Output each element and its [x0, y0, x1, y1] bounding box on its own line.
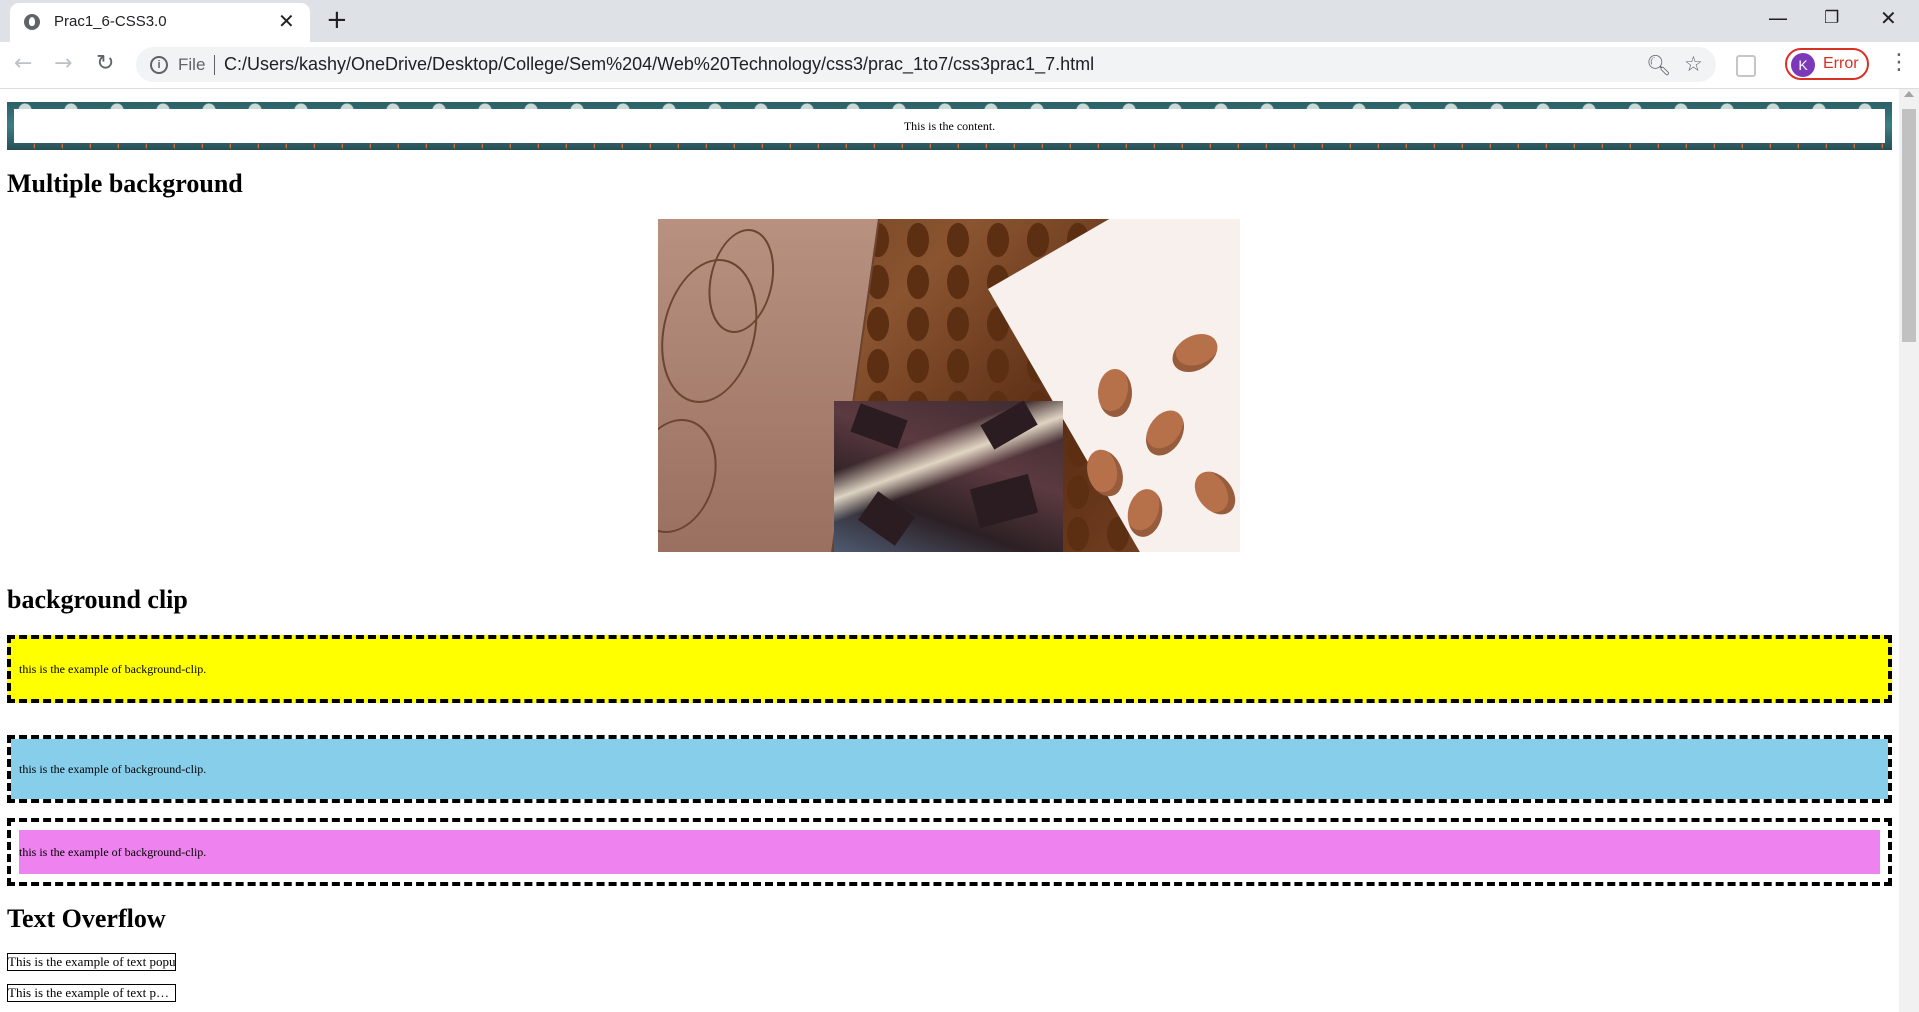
- restore-icon[interactable]: ❐: [1824, 6, 1839, 30]
- url-text[interactable]: C:/Users/kashy/OneDrive/Desktop/College/…: [224, 54, 1094, 75]
- menu-icon[interactable]: ⋮: [1888, 52, 1910, 74]
- background-clip-content-box: this is the example of background-clip.: [7, 818, 1892, 886]
- file-label: File: [178, 55, 206, 74]
- heading-background-clip: background clip: [7, 585, 188, 614]
- tab-strip: Prac1_6-CSS3.0 ✕ + — ❐ ✕: [0, 0, 1919, 42]
- background-clip-padding-box: this is the example of background-clip.: [7, 735, 1892, 803]
- browser-tab[interactable]: Prac1_6-CSS3.0 ✕: [10, 3, 310, 42]
- zoom-icon[interactable]: 🔍︎: [1646, 53, 1671, 77]
- profile-status: Error: [1823, 55, 1859, 72]
- info-icon[interactable]: i: [150, 56, 168, 74]
- heading-text-overflow: Text Overflow: [7, 904, 166, 933]
- text-overflow-clip: This is the example of text popup: [7, 953, 176, 971]
- banner-content: This is the content.: [14, 109, 1885, 143]
- heading-multiple-background: Multiple background: [7, 169, 243, 198]
- border-image-banner: This is the content.: [7, 102, 1892, 150]
- browser-toolbar: ← → ↻ i File C:/Users/kashy/OneDrive/Des…: [0, 42, 1919, 89]
- tab-close-icon[interactable]: ✕: [278, 11, 295, 31]
- scrollbar[interactable]: [1899, 89, 1919, 1012]
- background-clip-border-box: this is the example of background-clip.: [7, 635, 1892, 703]
- new-tab-icon[interactable]: +: [326, 6, 348, 34]
- scroll-thumb[interactable]: [1902, 109, 1916, 342]
- chocolate-pieces-image: [834, 400, 1063, 552]
- page-viewport: This is the content. Multiple background…: [0, 89, 1899, 1012]
- clip-text-1: this is the example of background-clip.: [19, 662, 207, 676]
- forward-icon[interactable]: →: [54, 50, 72, 78]
- avatar: K: [1791, 53, 1815, 77]
- back-icon[interactable]: ←: [14, 50, 32, 78]
- star-icon[interactable]: ☆: [1684, 52, 1703, 76]
- clip-text-3: this is the example of background-clip.: [19, 845, 207, 859]
- reload-icon[interactable]: ↻: [96, 50, 114, 78]
- minimize-icon[interactable]: —: [1768, 6, 1788, 30]
- text-overflow-ellipsis: This is the example of text popup: [7, 984, 176, 1002]
- close-icon[interactable]: ✕: [1880, 6, 1897, 30]
- profile-button[interactable]: K Error: [1785, 48, 1869, 80]
- globe-icon: [24, 14, 40, 30]
- scroll-up-arrow-icon[interactable]: [1904, 91, 1914, 97]
- separator: [214, 55, 215, 75]
- clip-text-2: this is the example of background-clip.: [19, 762, 207, 776]
- address-bar[interactable]: i File C:/Users/kashy/OneDrive/Desktop/C…: [136, 47, 1716, 82]
- extension-icon[interactable]: [1736, 55, 1756, 77]
- multiple-background-image: [658, 219, 1240, 552]
- tab-title: Prac1_6-CSS3.0: [54, 13, 167, 30]
